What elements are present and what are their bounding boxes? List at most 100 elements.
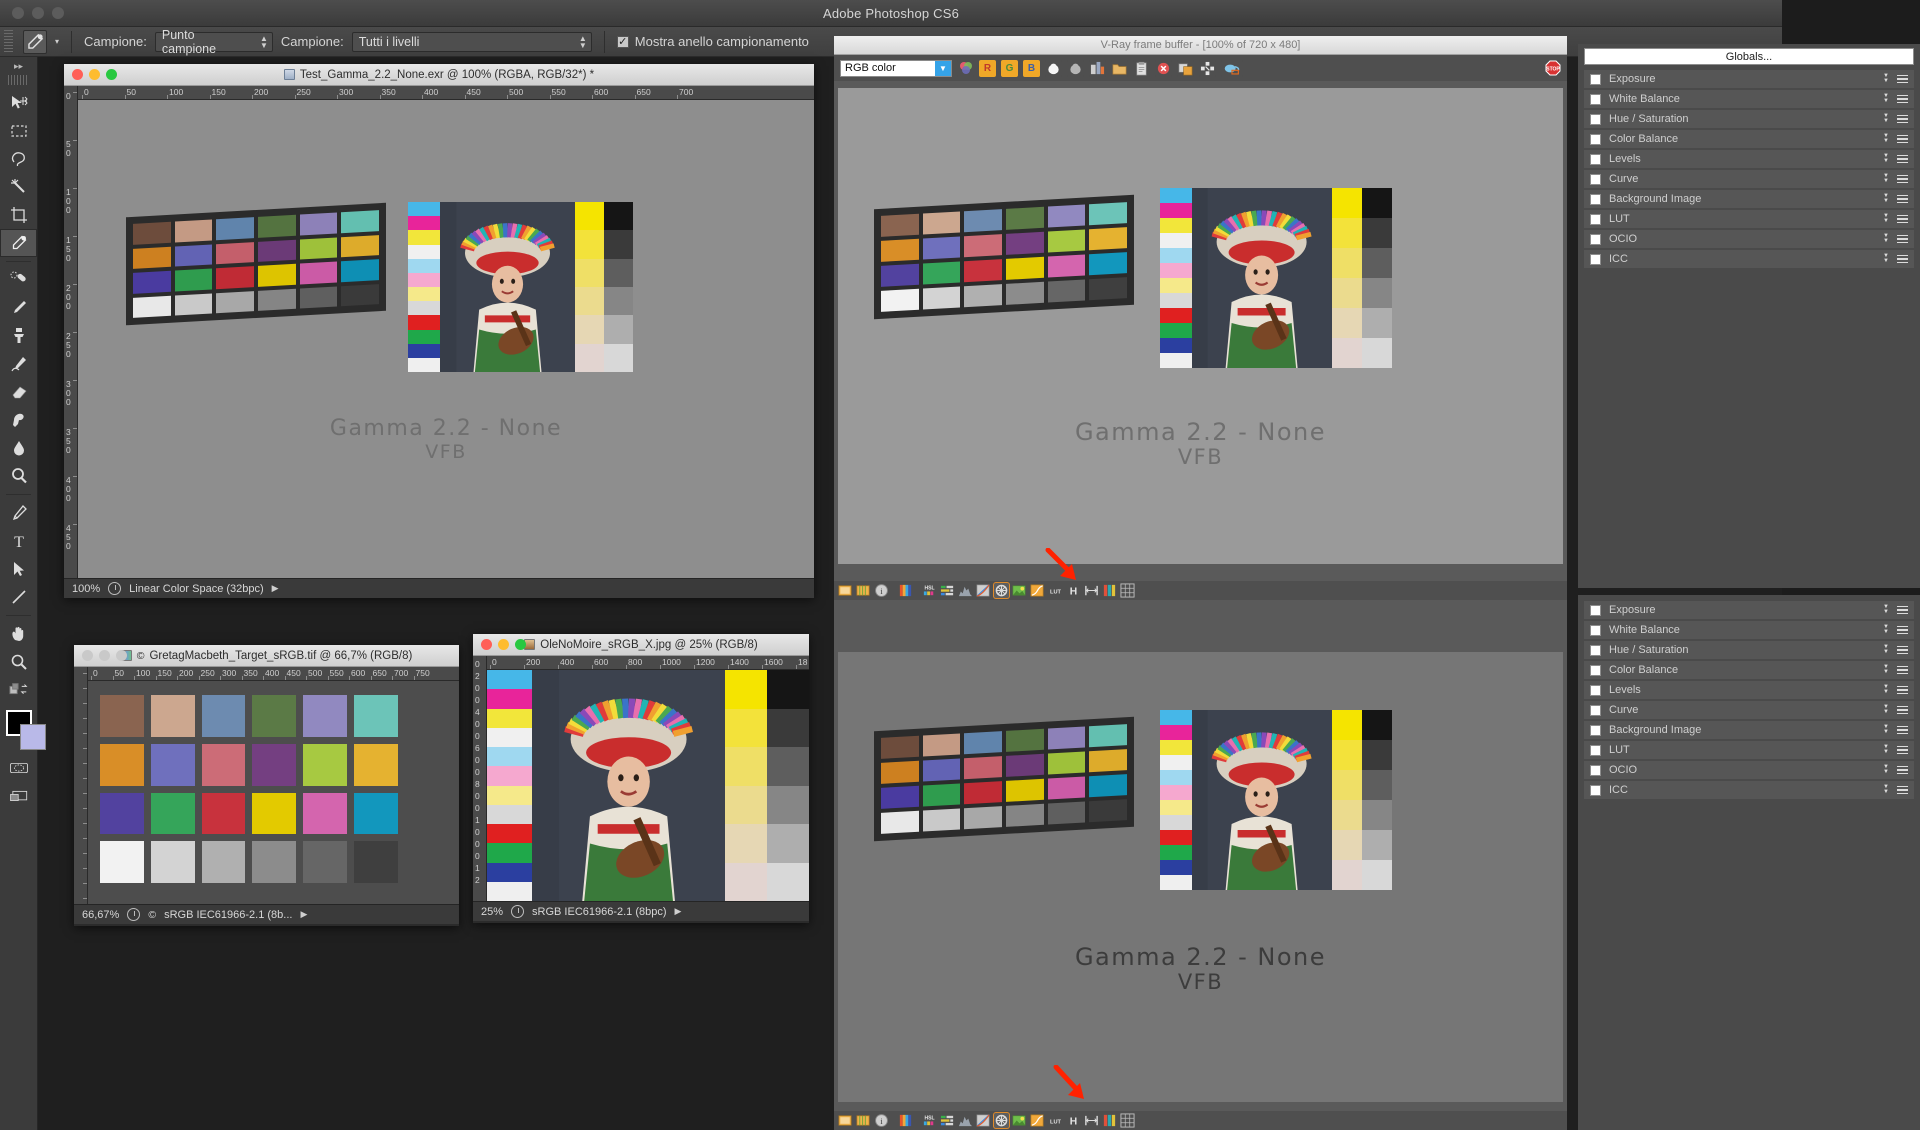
pixel-grid-icon[interactable] bbox=[1120, 1113, 1135, 1128]
path-selection-tool[interactable] bbox=[0, 555, 37, 583]
magic-wand-tool[interactable] bbox=[0, 173, 37, 201]
chevron-down-icon[interactable]: ▼ ▼ bbox=[1883, 193, 1889, 204]
chevron-down-icon[interactable]: ▼ ▼ bbox=[1883, 233, 1889, 244]
blur-tool[interactable] bbox=[0, 434, 37, 462]
enable-checkbox[interactable] bbox=[1590, 253, 1601, 265]
correction-row[interactable]: White Balance ▼ ▼ bbox=[1584, 90, 1914, 108]
color-swatches[interactable] bbox=[6, 708, 46, 754]
load-image-icon[interactable] bbox=[1111, 59, 1128, 77]
force-color-clamp-icon[interactable] bbox=[838, 583, 853, 598]
chevron-down-icon[interactable]: ▼ ▼ bbox=[1883, 93, 1889, 104]
red-channel-icon[interactable]: R bbox=[979, 59, 996, 77]
vfb-render-image-top[interactable]: Gamma 2.2 - None VFB bbox=[838, 88, 1563, 564]
menu-icon[interactable] bbox=[1897, 214, 1908, 224]
minimize-button[interactable] bbox=[99, 650, 110, 661]
stop-render-icon[interactable]: STOP bbox=[1544, 60, 1561, 77]
status-expand-icon[interactable]: ▶ bbox=[300, 909, 307, 920]
exposure-icon[interactable] bbox=[994, 583, 1009, 598]
enable-checkbox[interactable] bbox=[1590, 764, 1601, 776]
menu-icon[interactable] bbox=[1897, 645, 1908, 655]
correction-row[interactable]: Exposure ▼ ▼ bbox=[1584, 70, 1914, 88]
eyedropper-icon[interactable] bbox=[23, 29, 47, 54]
lut-curve-icon[interactable] bbox=[1030, 583, 1045, 598]
chevron-down-icon[interactable]: ▼ ▼ bbox=[1883, 253, 1889, 264]
region-render-icon[interactable] bbox=[1199, 59, 1216, 77]
chevron-down-icon[interactable]: ▼ ▼ bbox=[1883, 173, 1889, 184]
document-titlebar[interactable]: Test_Gamma_2.2_None.exr @ 100% (RGBA, RG… bbox=[64, 64, 814, 86]
chevron-down-icon[interactable]: ▼ ▼ bbox=[1883, 784, 1889, 795]
document-titlebar[interactable]: © GretagMacbeth_Target_sRGB.tif @ 66,7% … bbox=[74, 645, 459, 667]
vray-frame-buffer-top[interactable]: V-Ray frame buffer - [100% of 720 x 480]… bbox=[834, 36, 1567, 600]
tools-panel-grip[interactable] bbox=[8, 75, 29, 85]
chevron-down-icon[interactable]: ▼ ▼ bbox=[1883, 604, 1889, 615]
menu-icon[interactable] bbox=[1897, 625, 1908, 635]
enable-checkbox[interactable] bbox=[1590, 233, 1601, 245]
window-controls[interactable] bbox=[82, 650, 127, 661]
horizontal-icon[interactable]: H bbox=[1066, 1113, 1081, 1128]
zoom-button[interactable] bbox=[116, 650, 127, 661]
menu-icon[interactable] bbox=[1897, 94, 1908, 104]
vfb-render-image-bottom[interactable]: Gamma 2.2 - None VFB bbox=[838, 652, 1563, 1102]
blue-channel-icon[interactable]: B bbox=[1023, 59, 1040, 77]
enable-checkbox[interactable] bbox=[1590, 704, 1601, 716]
close-button[interactable] bbox=[72, 69, 83, 80]
zoom-button[interactable] bbox=[106, 69, 117, 80]
brush-tool[interactable] bbox=[0, 294, 37, 322]
pixel-grid-icon[interactable] bbox=[1120, 583, 1135, 598]
menu-icon[interactable] bbox=[1897, 705, 1908, 715]
correction-row[interactable]: Curve ▼ ▼ bbox=[1584, 701, 1914, 719]
type-tool[interactable]: T bbox=[0, 527, 37, 555]
chevron-down-icon[interactable]: ▼ ▼ bbox=[1883, 684, 1889, 695]
hsl-icon[interactable]: HSL bbox=[922, 1113, 937, 1128]
document-window-target[interactable]: © GretagMacbeth_Target_sRGB.tif @ 66,7% … bbox=[74, 645, 459, 926]
color-corrections-icon[interactable] bbox=[898, 583, 913, 598]
chevron-down-icon[interactable]: ▼ ▼ bbox=[1883, 724, 1889, 735]
menu-icon[interactable] bbox=[1897, 665, 1908, 675]
quick-mask-mode-icon[interactable] bbox=[0, 754, 37, 782]
pen-tool[interactable] bbox=[0, 499, 37, 527]
menu-icon[interactable] bbox=[1897, 685, 1908, 695]
enable-checkbox[interactable] bbox=[1590, 664, 1601, 676]
track-mouse-icon[interactable] bbox=[1221, 59, 1243, 77]
zoom-tool[interactable] bbox=[0, 648, 37, 676]
move-tool[interactable] bbox=[0, 89, 37, 117]
sample-layers-select[interactable]: Tutti i livelli ▲ ▼ bbox=[351, 31, 592, 52]
chevron-down-icon[interactable]: ▼ ▼ bbox=[1883, 704, 1889, 715]
menu-icon[interactable] bbox=[1897, 174, 1908, 184]
curve-icon[interactable] bbox=[976, 583, 991, 598]
window-controls[interactable] bbox=[481, 639, 526, 650]
channel-select[interactable]: RGB color ▼ bbox=[840, 59, 952, 77]
render-scene-icon[interactable] bbox=[1089, 59, 1106, 77]
correction-row[interactable]: Exposure ▼ ▼ bbox=[1584, 601, 1914, 619]
menu-icon[interactable] bbox=[1897, 154, 1908, 164]
chevron-down-icon[interactable]: ▼ bbox=[935, 60, 951, 76]
levels-icon[interactable] bbox=[1102, 1113, 1117, 1128]
correction-row[interactable]: OCIO ▼ ▼ bbox=[1584, 761, 1914, 779]
correction-row[interactable]: OCIO ▼ ▼ bbox=[1584, 230, 1914, 248]
correction-row[interactable]: LUT ▼ ▼ bbox=[1584, 741, 1914, 759]
lut-icon[interactable]: LUT bbox=[1048, 1113, 1063, 1128]
hand-tool[interactable] bbox=[0, 620, 37, 648]
correction-row[interactable]: ICC ▼ ▼ bbox=[1584, 781, 1914, 799]
screen-mode-icon[interactable] bbox=[0, 782, 37, 810]
menu-icon[interactable] bbox=[1897, 765, 1908, 775]
document-window-moire[interactable]: OleNoMoire_sRGB_X.jpg @ 25% (RGB/8) 0200… bbox=[473, 634, 809, 923]
chevron-down-icon[interactable]: ▼ ▼ bbox=[1883, 744, 1889, 755]
chevron-down-icon[interactable]: ▼ ▼ bbox=[1883, 664, 1889, 675]
lasso-tool[interactable] bbox=[0, 145, 37, 173]
correction-row[interactable]: LUT ▼ ▼ bbox=[1584, 210, 1914, 228]
background-image-icon[interactable] bbox=[1012, 583, 1027, 598]
document-titlebar[interactable]: OleNoMoire_sRGB_X.jpg @ 25% (RGB/8) bbox=[473, 634, 809, 656]
correction-row[interactable]: Levels ▼ ▼ bbox=[1584, 150, 1914, 168]
close-button[interactable] bbox=[82, 650, 93, 661]
menu-icon[interactable] bbox=[1897, 745, 1908, 755]
tool-preset-chevron-icon[interactable]: ▾ bbox=[55, 37, 59, 46]
alpha-white-icon[interactable] bbox=[1045, 59, 1062, 77]
eyedropper-tool[interactable] bbox=[0, 229, 37, 257]
alpha-grey-icon[interactable] bbox=[1067, 59, 1084, 77]
enable-checkbox[interactable] bbox=[1590, 744, 1601, 756]
color-balance-icon[interactable] bbox=[940, 583, 955, 598]
chevron-down-icon[interactable]: ▼ ▼ bbox=[1883, 113, 1889, 124]
zoom-button[interactable] bbox=[52, 7, 64, 19]
enable-checkbox[interactable] bbox=[1590, 93, 1601, 105]
